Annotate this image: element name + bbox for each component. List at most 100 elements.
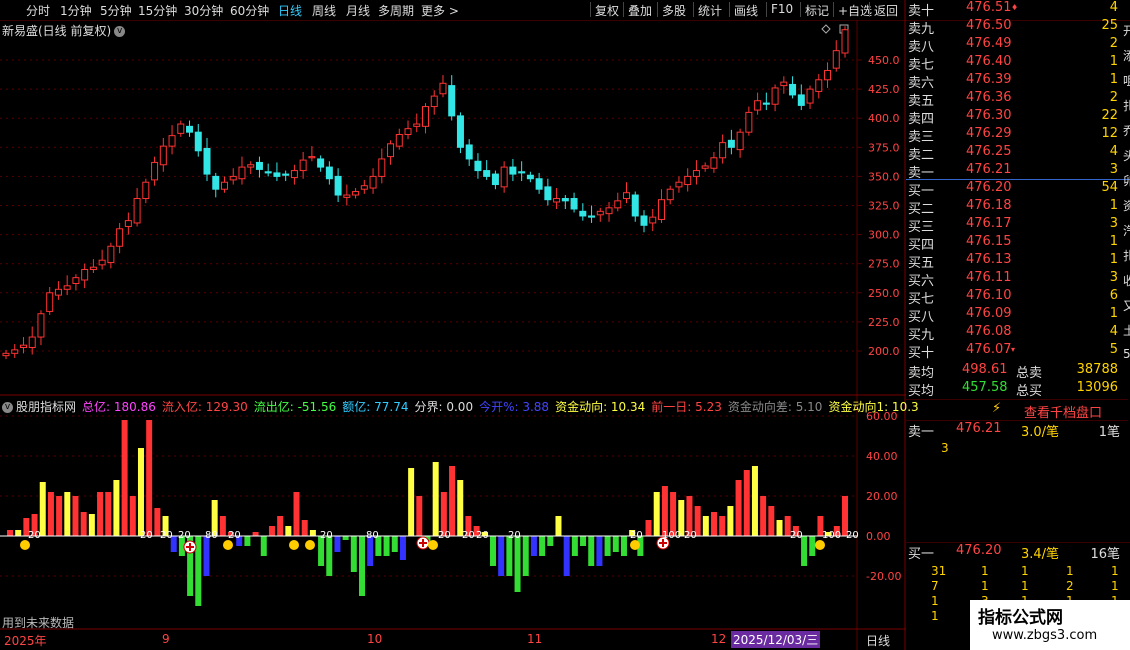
buy-row[interactable]: 买一 476.20 54 bbox=[906, 180, 1130, 199]
sell1-price: 476.21 bbox=[956, 421, 1002, 436]
buy-row[interactable]: 买五 476.13 1 bbox=[906, 252, 1130, 271]
side-char: 5 bbox=[1123, 347, 1130, 361]
side-char: 汽 bbox=[1123, 224, 1130, 238]
indicator-bar bbox=[612, 536, 619, 552]
ob-volume: 1 bbox=[1109, 306, 1118, 321]
indicator-bar bbox=[64, 492, 71, 536]
buy-row[interactable]: 买六 476.11 3 bbox=[906, 270, 1130, 289]
indicator-value-label: 20 bbox=[28, 530, 41, 541]
ob-price: 476.17 bbox=[966, 216, 1012, 231]
indicator-bar bbox=[309, 530, 316, 536]
buy-row[interactable]: 买三 476.17 3 bbox=[906, 216, 1130, 235]
buy-row[interactable]: 买八 476.09 1 bbox=[906, 306, 1130, 325]
ob-price: 476.13 bbox=[966, 252, 1012, 267]
candle-body bbox=[666, 188, 674, 201]
buy1-grid-cell: 1 bbox=[1021, 564, 1029, 578]
period-label[interactable]: 日线 bbox=[866, 632, 890, 649]
diamond-icon[interactable] bbox=[821, 24, 831, 34]
candle-body bbox=[736, 131, 744, 151]
sell-row[interactable]: 卖一 476.21 3 bbox=[906, 162, 1130, 181]
ob-volume: 6 bbox=[1109, 288, 1118, 303]
avg-sell-row: 卖均 498.61 总卖 38788 bbox=[906, 362, 1130, 381]
sell-row[interactable]: 卖七 476.40 1 bbox=[906, 54, 1130, 73]
indicator-field-2: 流出亿: -51.56 bbox=[253, 400, 337, 414]
indicator-chevron-icon[interactable]: v bbox=[2, 402, 13, 413]
money-bag-icon bbox=[815, 540, 825, 550]
candle-body bbox=[387, 143, 395, 158]
ob-price: 476.08 bbox=[966, 324, 1012, 339]
indicator-name[interactable]: 股朋指标网 bbox=[16, 400, 76, 414]
candle-body bbox=[692, 170, 700, 177]
indicator-bar bbox=[620, 536, 627, 556]
candle-body bbox=[491, 173, 499, 186]
indicator-bar bbox=[326, 536, 333, 576]
view-depth-label: 查看千档盘口 bbox=[1024, 406, 1103, 421]
sell-row[interactable]: 卖四 476.30 22 bbox=[906, 108, 1130, 127]
indicator-value-label: 20 bbox=[438, 530, 451, 541]
candle-body bbox=[456, 115, 464, 148]
avg-buy-value: 457.58 bbox=[962, 380, 1008, 395]
ob-price: 476.21 bbox=[966, 162, 1012, 177]
indicator-header: v 股朋指标网 总亿: 180.86 流入亿: 129.30 流出亿: -51.56 额亿… bbox=[2, 398, 931, 415]
candle-body bbox=[63, 285, 71, 290]
candle-body bbox=[701, 165, 709, 169]
buy-row[interactable]: 买四 476.15 1 bbox=[906, 234, 1130, 253]
ob-price: 476.07 bbox=[966, 342, 1012, 357]
candlestick-chart[interactable]: 450.0 425.0 400.0 375.0 350.0 325.0 300.0 275.0… bbox=[0, 0, 906, 650]
candle-body bbox=[465, 144, 473, 160]
candle-body bbox=[107, 245, 115, 264]
total-sell-value: 38788 bbox=[1076, 362, 1118, 377]
ob-price: 476.40 bbox=[966, 54, 1012, 69]
indicator-tick-label: 0.00 bbox=[866, 530, 891, 543]
indicator-bar bbox=[219, 516, 226, 536]
buy1-grid-cell: 1 bbox=[931, 609, 939, 623]
candle-body bbox=[81, 269, 89, 281]
view-depth-button[interactable]: ⚡ 查看千档盘口 bbox=[906, 399, 1128, 421]
indicator-bar bbox=[105, 492, 112, 536]
buy-row[interactable]: 买九 476.08 4 bbox=[906, 324, 1130, 343]
indicator-bar bbox=[751, 466, 758, 536]
sell-row[interactable]: 卖八 476.49 2 bbox=[906, 36, 1130, 55]
candle-body bbox=[378, 158, 386, 177]
indicator-bar bbox=[137, 448, 144, 536]
money-bag-icon bbox=[20, 540, 30, 550]
indicator-field-5: 今开%: 3.88 bbox=[479, 400, 550, 414]
indicator-bar bbox=[285, 526, 292, 536]
sell-row[interactable]: 卖二 476.25 4 bbox=[906, 144, 1130, 163]
buy-row[interactable]: 买七 476.10 6 bbox=[906, 288, 1130, 307]
indicator-bar bbox=[604, 536, 611, 556]
sell-row[interactable]: 卖十 476.51 4 ♦ bbox=[906, 0, 1130, 19]
side-char: 乔 bbox=[1123, 124, 1130, 138]
candle-body bbox=[771, 87, 779, 105]
indicator-value-label: 20 bbox=[178, 530, 191, 541]
sell-row[interactable]: 卖五 476.36 2 bbox=[906, 90, 1130, 109]
ob-volume: 1 bbox=[1109, 252, 1118, 267]
candle-body bbox=[325, 166, 333, 180]
indicator-bar bbox=[391, 536, 398, 552]
date-11: 11 bbox=[527, 632, 543, 646]
sell-row[interactable]: 卖六 476.39 1 bbox=[906, 72, 1130, 91]
indicator-bar bbox=[809, 536, 816, 556]
candle-body bbox=[570, 198, 578, 210]
indicator-bar bbox=[97, 492, 104, 536]
indicator-bar bbox=[711, 512, 718, 536]
indicator-bar bbox=[645, 520, 652, 536]
buy1-grid-cell: 1 bbox=[981, 564, 989, 578]
ob-label: 卖三 bbox=[908, 130, 935, 145]
sell-row[interactable]: 卖九 476.50 25 bbox=[906, 18, 1130, 37]
candle-body bbox=[430, 95, 438, 108]
candle-body bbox=[203, 147, 211, 175]
indicator-bar bbox=[768, 506, 775, 536]
ob-price: 476.39 bbox=[966, 72, 1012, 87]
sell-row[interactable]: 卖三 476.29 12 bbox=[906, 126, 1130, 145]
candle-body bbox=[422, 106, 429, 127]
ob-label: 买六 bbox=[908, 274, 935, 289]
buy-row[interactable]: 买二 476.18 1 bbox=[906, 198, 1130, 217]
indicator-bar bbox=[457, 480, 464, 536]
buy-row[interactable]: 买十 476.07 5 ▾ bbox=[906, 342, 1130, 361]
buy1-count: 16笔 bbox=[1090, 547, 1120, 562]
candle-body bbox=[500, 166, 508, 188]
side-char: 开 bbox=[1123, 24, 1130, 38]
candle-body bbox=[579, 210, 587, 217]
indicator-bar bbox=[522, 536, 529, 576]
